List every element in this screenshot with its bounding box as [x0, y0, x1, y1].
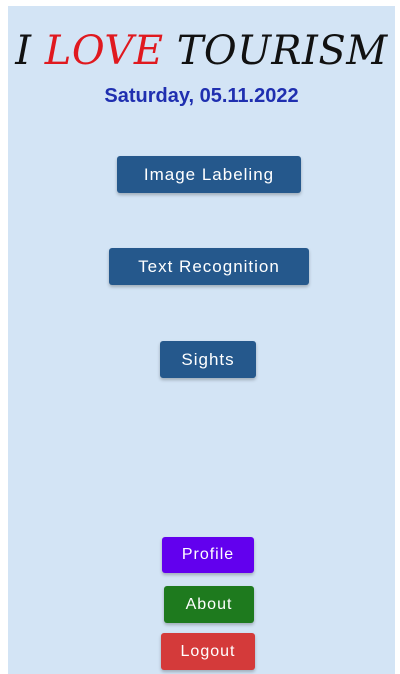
- title-suffix: TOURISM: [163, 28, 388, 74]
- about-button[interactable]: About: [164, 586, 254, 623]
- app-title: I LOVE TOURISM: [8, 28, 395, 74]
- logout-button[interactable]: Logout: [161, 633, 255, 670]
- image-labeling-button[interactable]: Image Labeling: [117, 156, 301, 193]
- app-screen: I LOVE TOURISM Saturday, 05.11.2022 Imag…: [8, 6, 395, 674]
- text-recognition-button[interactable]: Text Recognition: [109, 248, 309, 285]
- current-date: Saturday, 05.11.2022: [104, 85, 299, 107]
- title-prefix: I: [15, 28, 45, 74]
- sights-button[interactable]: Sights: [160, 341, 256, 378]
- profile-button[interactable]: Profile: [162, 537, 254, 573]
- title-accent-love: LOVE: [44, 28, 164, 74]
